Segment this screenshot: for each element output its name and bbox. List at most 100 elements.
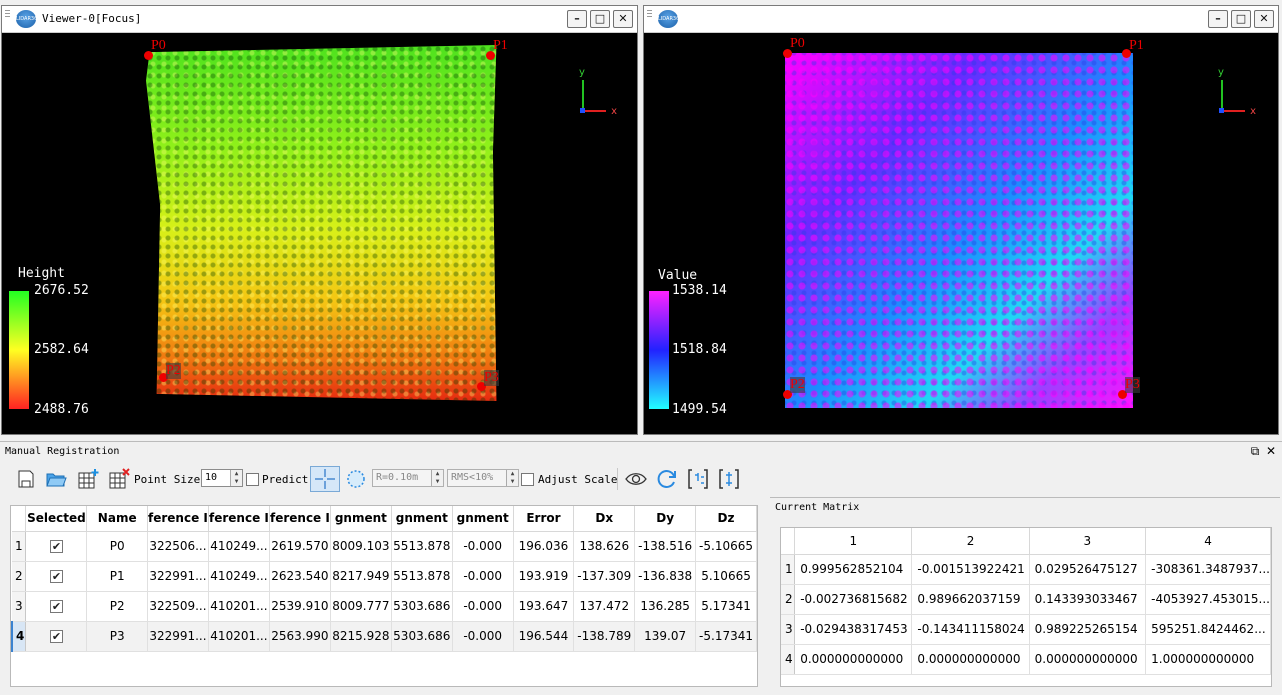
matrix-row[interactable]: 4 0.000000000000 0.000000000000 0.000000…: [781, 644, 1271, 675]
matrix-cell[interactable]: 0.989225265154: [1029, 614, 1147, 645]
column-header[interactable]: 3: [1029, 528, 1147, 555]
table-cell[interactable]: 322506...: [147, 531, 209, 562]
column-header[interactable]: 1: [794, 528, 913, 555]
matrix-row[interactable]: 2 -0.002736815682 0.989662037159 0.14339…: [781, 584, 1271, 615]
table-cell[interactable]: 410201...: [208, 621, 270, 652]
corner-header[interactable]: [12, 506, 27, 532]
matrix-cell[interactable]: 595251.8424462...: [1145, 614, 1271, 645]
table-cell[interactable]: 5513.878: [391, 561, 453, 592]
row-number[interactable]: 1: [781, 554, 796, 585]
table-cell[interactable]: -5.10665: [695, 531, 757, 562]
table-cell[interactable]: 5303.686: [391, 591, 453, 622]
column-header[interactable]: Selected: [25, 506, 88, 532]
corner-header[interactable]: [781, 528, 796, 555]
table-cell[interactable]: 139.07: [634, 621, 697, 652]
table-cell[interactable]: 196.036: [513, 531, 575, 562]
column-header[interactable]: ference I: [269, 506, 331, 532]
table-cell[interactable]: 2539.910: [269, 591, 331, 622]
column-header[interactable]: 2: [911, 528, 1030, 555]
table-cell[interactable]: -137.309: [573, 561, 636, 592]
close-button[interactable]: ✕: [1254, 10, 1274, 28]
pick-point-button[interactable]: [310, 466, 340, 492]
table-cell[interactable]: 2563.990: [269, 621, 331, 652]
table-cell[interactable]: 322991...: [147, 621, 209, 652]
table-cell[interactable]: 193.919: [513, 561, 575, 592]
table-cell[interactable]: 5.10665: [695, 561, 757, 592]
matrix-cell[interactable]: -0.001513922421: [911, 554, 1030, 585]
table-cell[interactable]: 2623.540: [269, 561, 331, 592]
height-point-cloud[interactable]: [146, 45, 497, 401]
matrix-row[interactable]: 1 0.999562852104 -0.001513922421 0.02952…: [781, 554, 1271, 585]
table-cell[interactable]: 196.544: [513, 621, 575, 652]
table-cell[interactable]: 410249...: [208, 531, 270, 562]
value-point-cloud[interactable]: [785, 53, 1133, 408]
table-cell[interactable]: P2: [86, 591, 148, 622]
maximize-button[interactable]: □: [1231, 10, 1251, 28]
column-header[interactable]: gnment: [452, 506, 514, 532]
matrix-cell[interactable]: -4053927.453015...: [1145, 584, 1271, 615]
selected-checkbox[interactable]: ✔: [49, 600, 63, 613]
close-button[interactable]: ✕: [613, 10, 633, 28]
column-header[interactable]: ference I: [208, 506, 270, 532]
control-points-table[interactable]: Selected Name ference I ference I ferenc…: [10, 505, 758, 687]
table-cell[interactable]: 410201...: [208, 591, 270, 622]
table-cell[interactable]: P1: [86, 561, 148, 592]
predict-checkbox[interactable]: [246, 473, 259, 486]
column-header[interactable]: Dy: [634, 506, 697, 532]
viewer-1-titlebar[interactable]: LIDAR360 – □ ✕: [644, 6, 1278, 33]
table-cell[interactable]: -5.17341: [695, 621, 757, 652]
drag-grip-icon[interactable]: [5, 10, 10, 18]
apply-matrix-button[interactable]: [685, 466, 711, 492]
adjust-scale-checkbox[interactable]: [521, 473, 534, 486]
radius-spinbox[interactable]: R=0.10m ▲ ▼: [372, 469, 444, 487]
matrix-cell[interactable]: 0.000000000000: [794, 644, 913, 675]
column-header[interactable]: Name: [86, 506, 148, 532]
table-cell[interactable]: 136.285: [634, 591, 697, 622]
viewer-0-titlebar[interactable]: LIDAR360 Viewer-0[Focus] – □ ✕: [2, 6, 637, 33]
table-row[interactable]: 1 ✔ P0 322506... 410249... 2619.570 8009…: [12, 531, 757, 562]
sphere-select-button[interactable]: [343, 466, 369, 492]
table-cell[interactable]: P0: [86, 531, 148, 562]
row-number[interactable]: 4: [11, 621, 27, 652]
table-row[interactable]: 3 ✔ P2 322509... 410201... 2539.910 8009…: [12, 591, 757, 622]
column-header[interactable]: Error: [513, 506, 575, 532]
column-header[interactable]: gnment: [391, 506, 453, 532]
table-row[interactable]: 2 ✔ P1 322991... 410249... 2623.540 8217…: [12, 561, 757, 592]
column-header[interactable]: Dz: [695, 506, 757, 532]
selected-checkbox[interactable]: ✔: [49, 630, 63, 643]
table-cell[interactable]: 322991...: [147, 561, 209, 592]
matrix-cell[interactable]: 0.989662037159: [911, 584, 1030, 615]
rms-spinbox[interactable]: RMS<10% ▲ ▼: [447, 469, 519, 487]
preview-button[interactable]: [623, 466, 649, 492]
matrix-cell[interactable]: -308361.3487937...: [1145, 554, 1271, 585]
refresh-button[interactable]: [654, 466, 680, 492]
table-cell[interactable]: 410249...: [208, 561, 270, 592]
selected-cell[interactable]: ✔: [25, 591, 88, 622]
matrix-cell[interactable]: 0.000000000000: [1029, 644, 1147, 675]
current-matrix-table[interactable]: 1 2 3 4 1 0.999562852104 -0.001513922421…: [780, 527, 1272, 687]
matrix-cell[interactable]: 0.999562852104: [794, 554, 913, 585]
float-panel-icon[interactable]: ⧉: [1248, 444, 1262, 458]
matrix-cell[interactable]: 1.000000000000: [1145, 644, 1271, 675]
column-header[interactable]: 4: [1145, 528, 1271, 555]
row-number[interactable]: 2: [12, 561, 27, 592]
drag-grip-icon[interactable]: [647, 10, 652, 18]
manual-registration-titlebar[interactable]: Manual Registration ⧉ ✕: [0, 441, 1282, 461]
table-cell[interactable]: 8217.949: [330, 561, 392, 592]
table-cell[interactable]: 2619.570: [269, 531, 331, 562]
matrix-cell[interactable]: -0.143411158024: [911, 614, 1030, 645]
row-number[interactable]: 1: [12, 531, 27, 562]
matrix-cell[interactable]: 0.000000000000: [911, 644, 1030, 675]
table-cell[interactable]: 5513.878: [391, 531, 453, 562]
selected-cell[interactable]: ✔: [25, 561, 88, 592]
open-button[interactable]: [43, 466, 69, 492]
row-number[interactable]: 3: [781, 614, 796, 645]
minimize-button[interactable]: –: [567, 10, 587, 28]
column-header[interactable]: ference I: [147, 506, 209, 532]
matrix-cell[interactable]: 0.143393033467: [1029, 584, 1147, 615]
close-panel-icon[interactable]: ✕: [1264, 444, 1278, 458]
column-header[interactable]: gnment: [330, 506, 392, 532]
spin-arrows-icon[interactable]: ▲ ▼: [431, 470, 443, 486]
table-cell[interactable]: -0.000: [452, 621, 514, 652]
delete-point-button[interactable]: [106, 466, 132, 492]
